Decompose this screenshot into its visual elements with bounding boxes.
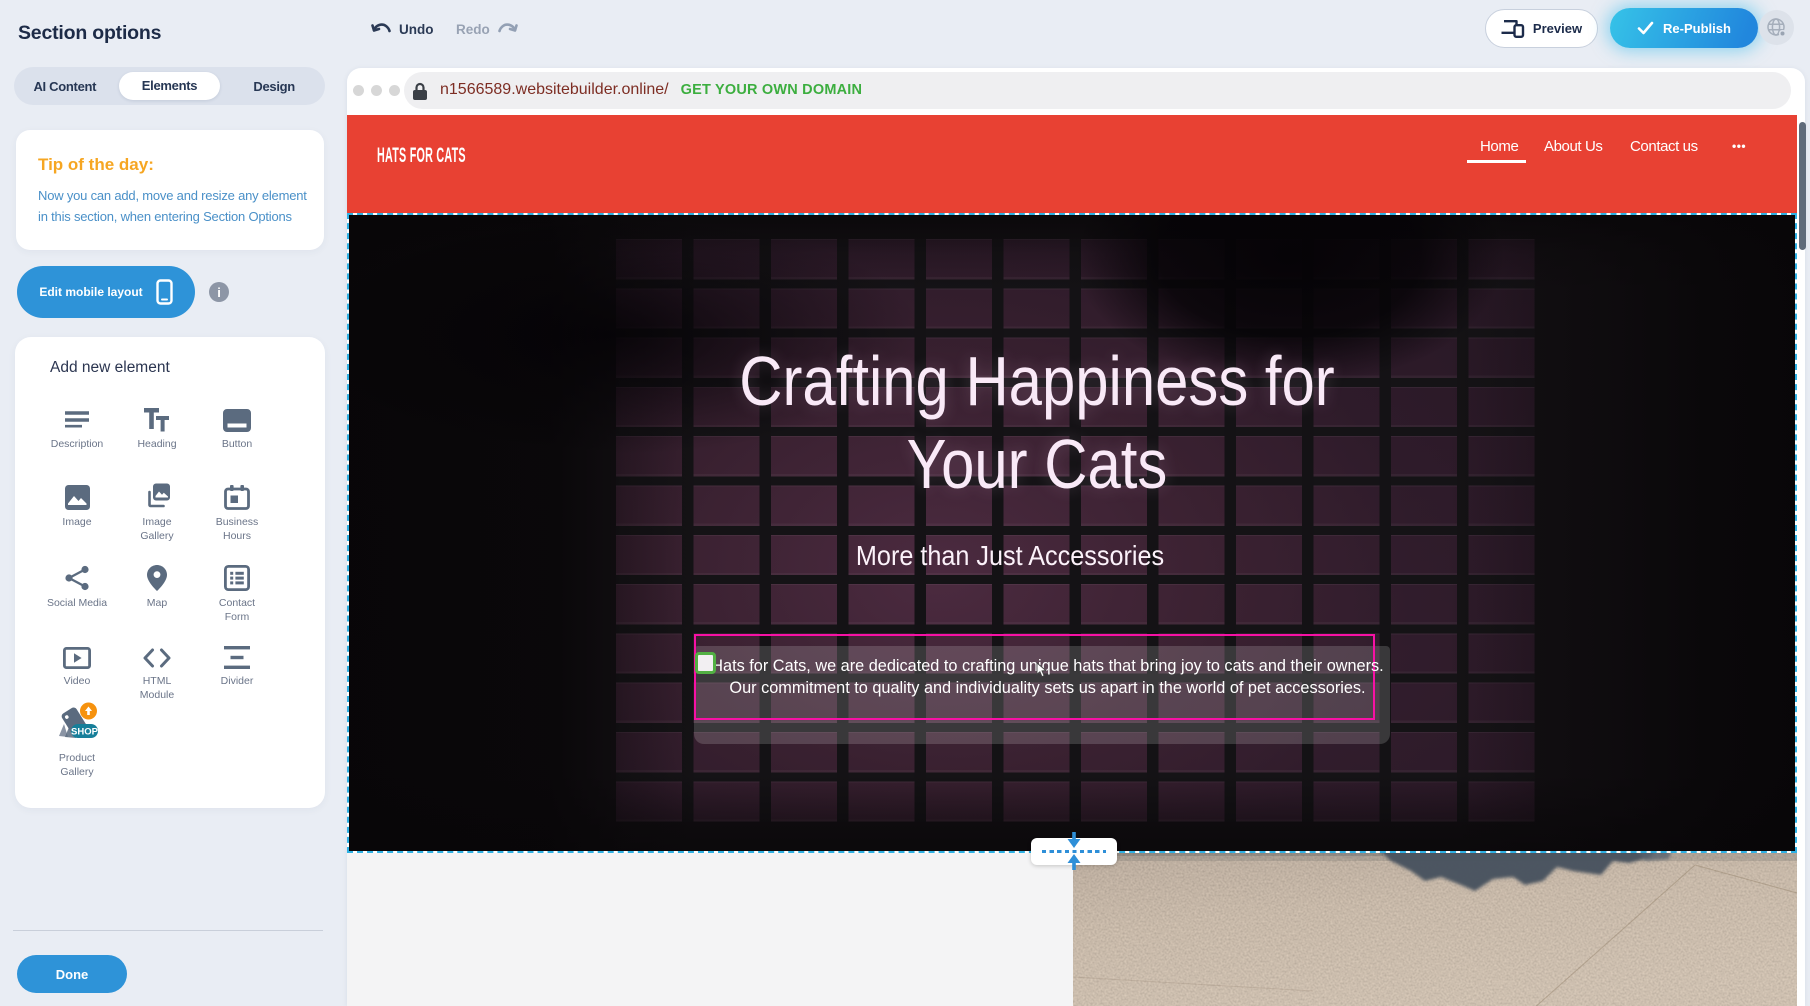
svg-text:SHOP: SHOP	[71, 727, 99, 738]
